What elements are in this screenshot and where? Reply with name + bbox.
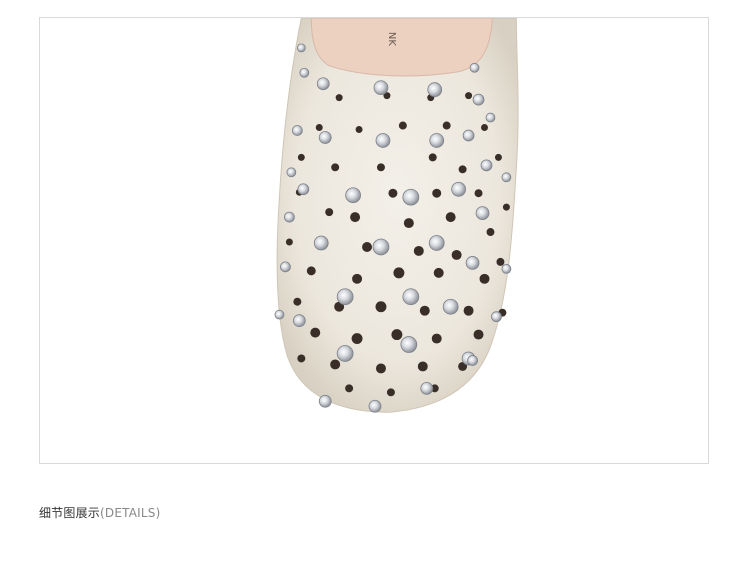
product-detail-photo-frame: NK — [39, 17, 709, 464]
caption-title: 细节图展示 — [39, 506, 101, 520]
caption-subtitle: (DETAILS) — [100, 506, 161, 520]
shoe-lining — [310, 18, 493, 77]
insole-logo-text: NK — [386, 32, 397, 46]
product-detail-photo: NK — [274, 18, 519, 413]
details-caption: 细节图展示(DETAILS) — [39, 504, 160, 521]
